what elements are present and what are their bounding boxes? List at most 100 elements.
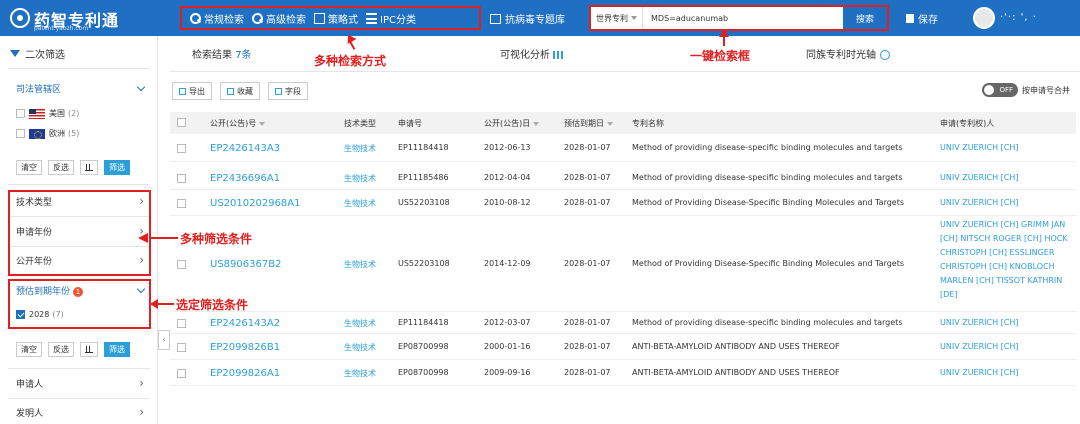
favorite-button[interactable]: 收藏: [220, 82, 260, 100]
tech-type-link[interactable]: 生物技术: [344, 173, 376, 184]
patent-title[interactable]: Method of providing disease-specific bin…: [632, 173, 902, 182]
table-row[interactable]: EP2426143A3 生物技术 EP11184418 2012-06-13 2028-…: [170, 134, 1076, 162]
col-app-no: 申请号: [398, 119, 422, 128]
invert-button[interactable]: 反选: [48, 342, 74, 357]
export-button[interactable]: 导出: [172, 82, 212, 100]
filter-button[interactable]: 筛选: [104, 342, 130, 357]
collapse-sidebar-toggle[interactable]: ‹: [158, 330, 170, 350]
patent-title[interactable]: Method of providing disease-specific bin…: [632, 318, 902, 327]
tech-type-link[interactable]: 生物技术: [344, 143, 376, 154]
publication-number-link[interactable]: EP2426143A2: [210, 318, 280, 329]
chart-button[interactable]: [80, 342, 98, 357]
clock-icon: [880, 50, 890, 60]
chart-button[interactable]: [80, 160, 98, 175]
applicant-link[interactable]: UNIV ZUERICH [CH] GRIMM JAN [CH] NITSCH …: [940, 218, 1070, 302]
row-checkbox[interactable]: [177, 369, 186, 378]
tab-label: 可视化分析: [500, 50, 550, 61]
country-option-eu[interactable]: 欧洲 (5): [16, 128, 79, 139]
arrowhead: [150, 299, 158, 309]
mode-advanced-search[interactable]: 高级检索: [252, 11, 306, 26]
export-icon: [179, 87, 186, 95]
table-row[interactable]: EP2099826B1 生物技术 EP08700998 2000-01-16 2028-…: [170, 334, 1076, 360]
col-pub-no[interactable]: 公开(公告)号: [210, 118, 266, 129]
patent-title[interactable]: Method of providing disease-specific bin…: [632, 143, 902, 152]
username[interactable]: ·'·: ', ·: [1000, 12, 1037, 23]
tech-type-link[interactable]: 生物技术: [344, 342, 376, 353]
expiry-date: 2028-01-07: [564, 259, 611, 268]
row-checkbox[interactable]: [177, 174, 186, 183]
annotation-arrow: [150, 237, 178, 239]
search-input[interactable]: [643, 7, 843, 29]
col-expiry[interactable]: 预估到期日: [564, 118, 613, 129]
table-row[interactable]: US2010202968A1 生物技术 US52203108 2010-08-12 20…: [170, 190, 1076, 216]
applicant-link[interactable]: UNIV ZUERICH [CH]: [940, 198, 1019, 207]
section-jurisdiction[interactable]: 司法管辖区: [0, 76, 158, 100]
table-row[interactable]: EP2436696A1 生物技术 EP11185486 2012-04-04 2028-…: [170, 165, 1076, 190]
antiviral-topic-library-link[interactable]: 抗病毒专题库: [490, 11, 565, 26]
active-tab-indicator: [188, 34, 278, 36]
patent-title[interactable]: ANTI-BETA-AMYLOID ANTIBODY AND USES THER…: [632, 342, 840, 351]
merge-toggle[interactable]: OFF 按申请号合并: [982, 83, 1070, 97]
mode-label: 常规检索: [204, 14, 244, 26]
fields-button[interactable]: 字段: [268, 82, 308, 100]
row-checkbox[interactable]: [177, 144, 186, 153]
col-pub-date[interactable]: 公开(公告)日: [484, 118, 540, 129]
tech-type-link[interactable]: 生物技术: [344, 198, 376, 209]
save-button[interactable]: 保存: [906, 11, 938, 26]
row-checkbox[interactable]: [177, 319, 186, 328]
row-checkbox[interactable]: [177, 343, 186, 352]
table-row[interactable]: US8906367B2 生物技术 US52203108 2014-12-09 2028-…: [170, 216, 1076, 312]
table-row[interactable]: EP2099826A1 生物技术 EP08700998 2009-09-16 2028-…: [170, 360, 1076, 386]
section-applicant[interactable]: 申请人 ›: [0, 371, 158, 395]
patent-title[interactable]: Method of Providing Disease-Specific Bin…: [632, 198, 904, 207]
checkbox[interactable]: [16, 109, 25, 118]
col-tech: 技术类型: [344, 119, 376, 128]
filter-button[interactable]: 筛选: [104, 160, 130, 175]
mode-strategy[interactable]: 策略式: [314, 11, 358, 26]
annotation-box-selected: [8, 279, 151, 329]
table-row[interactable]: EP2426143A2 生物技术 EP11184418 2012-03-07 2028-…: [170, 312, 1076, 334]
publication-number-link[interactable]: EP2099826A1: [210, 368, 280, 379]
publication-number-link[interactable]: EP2099826B1: [210, 342, 280, 353]
patent-title[interactable]: ANTI-BETA-AMYLOID ANTIBODY AND USES THER…: [632, 368, 840, 377]
publication-number-link[interactable]: US8906367B2: [210, 259, 281, 270]
filter-actions-bottom: 清空 反选 筛选: [16, 342, 130, 357]
row-checkbox[interactable]: [177, 260, 186, 269]
select-all-checkbox[interactable]: [177, 118, 186, 127]
mode-ipc[interactable]: IPC分类: [366, 11, 416, 26]
search-button[interactable]: 搜索: [843, 7, 887, 29]
tech-type-link[interactable]: 生物技术: [344, 368, 376, 379]
applicant-link[interactable]: UNIV ZUERICH [CH]: [940, 318, 1019, 327]
clear-button[interactable]: 清空: [16, 160, 42, 175]
clear-button[interactable]: 清空: [16, 342, 42, 357]
toggle-switch[interactable]: OFF: [982, 83, 1018, 97]
annotation-box-filters: [8, 190, 151, 276]
application-number: EP08700998: [398, 368, 449, 377]
publication-number-link[interactable]: US2010202968A1: [210, 198, 301, 209]
applicant-link[interactable]: UNIV ZUERICH [CH]: [940, 173, 1019, 182]
section-label: 申请人: [16, 379, 44, 390]
country-option-us[interactable]: 美国 (2): [16, 108, 79, 119]
applicant-link[interactable]: UNIV ZUERICH [CH]: [940, 342, 1019, 351]
tab-results[interactable]: 检索结果 7条: [192, 46, 252, 61]
publication-number-link[interactable]: EP2436696A1: [210, 173, 280, 184]
avatar[interactable]: [973, 7, 995, 29]
tech-type-link[interactable]: 生物技术: [344, 318, 376, 329]
search-icon: [190, 12, 201, 24]
publication-number-link[interactable]: EP2426143A3: [210, 143, 280, 154]
row-checkbox[interactable]: [177, 199, 186, 208]
mode-label: IPC分类: [380, 14, 416, 26]
applicant-link[interactable]: UNIV ZUERICH [CH]: [940, 368, 1019, 377]
tab-visual-analysis[interactable]: 可视化分析: [500, 46, 563, 61]
application-number: EP08700998: [398, 342, 449, 351]
tab-family-timeline[interactable]: 同族专利时光轴: [806, 46, 890, 61]
top-navbar: 药智专利通 patent.yaozh.com 常规检索 高级检索 策略式 IPC…: [0, 0, 1080, 36]
applicant-link[interactable]: UNIV ZUERICH [CH]: [940, 143, 1019, 152]
mode-regular-search[interactable]: 常规检索: [190, 11, 244, 26]
scope-select[interactable]: 世界专利: [591, 7, 643, 29]
section-inventor[interactable]: 发明人 ›: [0, 400, 158, 424]
tech-type-link[interactable]: 生物技术: [344, 259, 376, 270]
invert-button[interactable]: 反选: [48, 160, 74, 175]
checkbox[interactable]: [16, 129, 25, 138]
patent-title[interactable]: Method of Providing Disease-Specific Bin…: [632, 259, 904, 268]
